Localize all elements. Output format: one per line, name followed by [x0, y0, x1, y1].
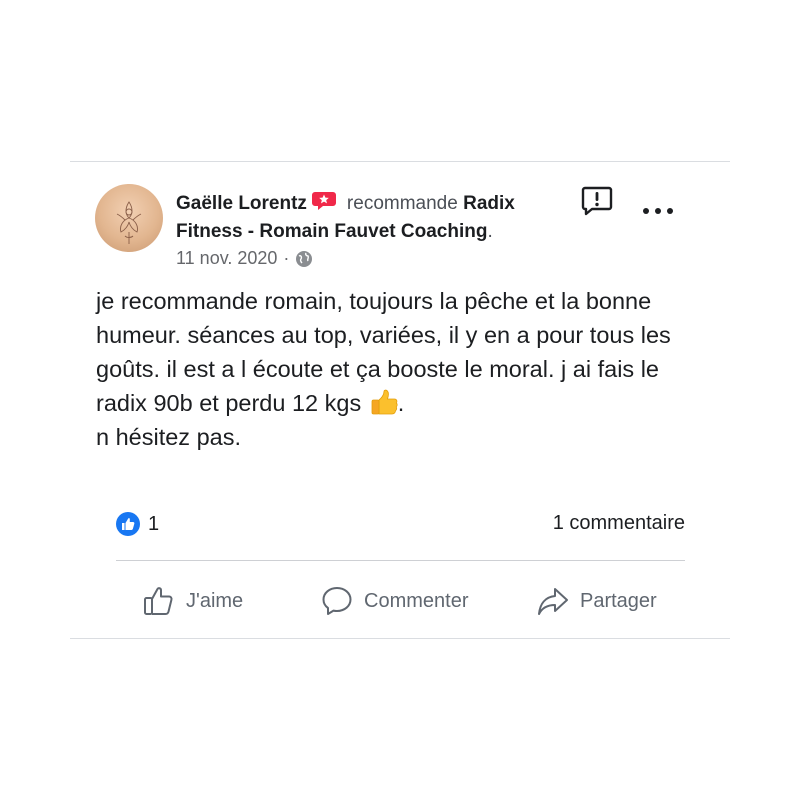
- globe-icon: [296, 250, 313, 267]
- more-options-icon[interactable]: [640, 204, 676, 218]
- share-label: Partager: [580, 589, 657, 612]
- meta-separator: ·: [283, 248, 290, 268]
- recommend-verb: recommande: [346, 193, 458, 214]
- comment-button[interactable]: Commenter: [320, 584, 468, 618]
- like-label: J'aime: [186, 589, 244, 612]
- like-icon: [116, 512, 140, 536]
- thumbs-up-emoji: [371, 389, 398, 415]
- post-meta: 11 nov. 2020 ·: [176, 248, 313, 269]
- comments-count[interactable]: 1 commentaire: [553, 512, 685, 535]
- author-name[interactable]: Gaëlle Lorentz: [176, 193, 307, 214]
- share-arrow-icon: [538, 588, 568, 615]
- post-date[interactable]: 11 nov. 2020: [176, 248, 277, 269]
- post-header: Gaëlle Lorentz recommande Radix Fitness …: [176, 190, 561, 246]
- share-button[interactable]: Partager: [536, 584, 657, 618]
- report-icon[interactable]: [580, 184, 614, 218]
- thumbs-up-icon: [144, 587, 173, 615]
- page-suffix: .: [487, 221, 493, 242]
- recommend-badge-icon: [311, 192, 336, 210]
- comment-label: Commenter: [364, 589, 469, 612]
- avatar[interactable]: [95, 184, 163, 252]
- comment-icon: [322, 587, 352, 615]
- like-button[interactable]: J'aime: [142, 584, 243, 618]
- avatar-image: [116, 201, 142, 244]
- post-card: Gaëlle Lorentz recommande Radix Fitness …: [70, 161, 730, 639]
- reaction-count: 1: [148, 512, 160, 535]
- reaction-summary[interactable]: 1: [116, 512, 159, 536]
- post-body: je recommande romain, toujours la pêche …: [96, 284, 696, 454]
- divider: [116, 560, 685, 561]
